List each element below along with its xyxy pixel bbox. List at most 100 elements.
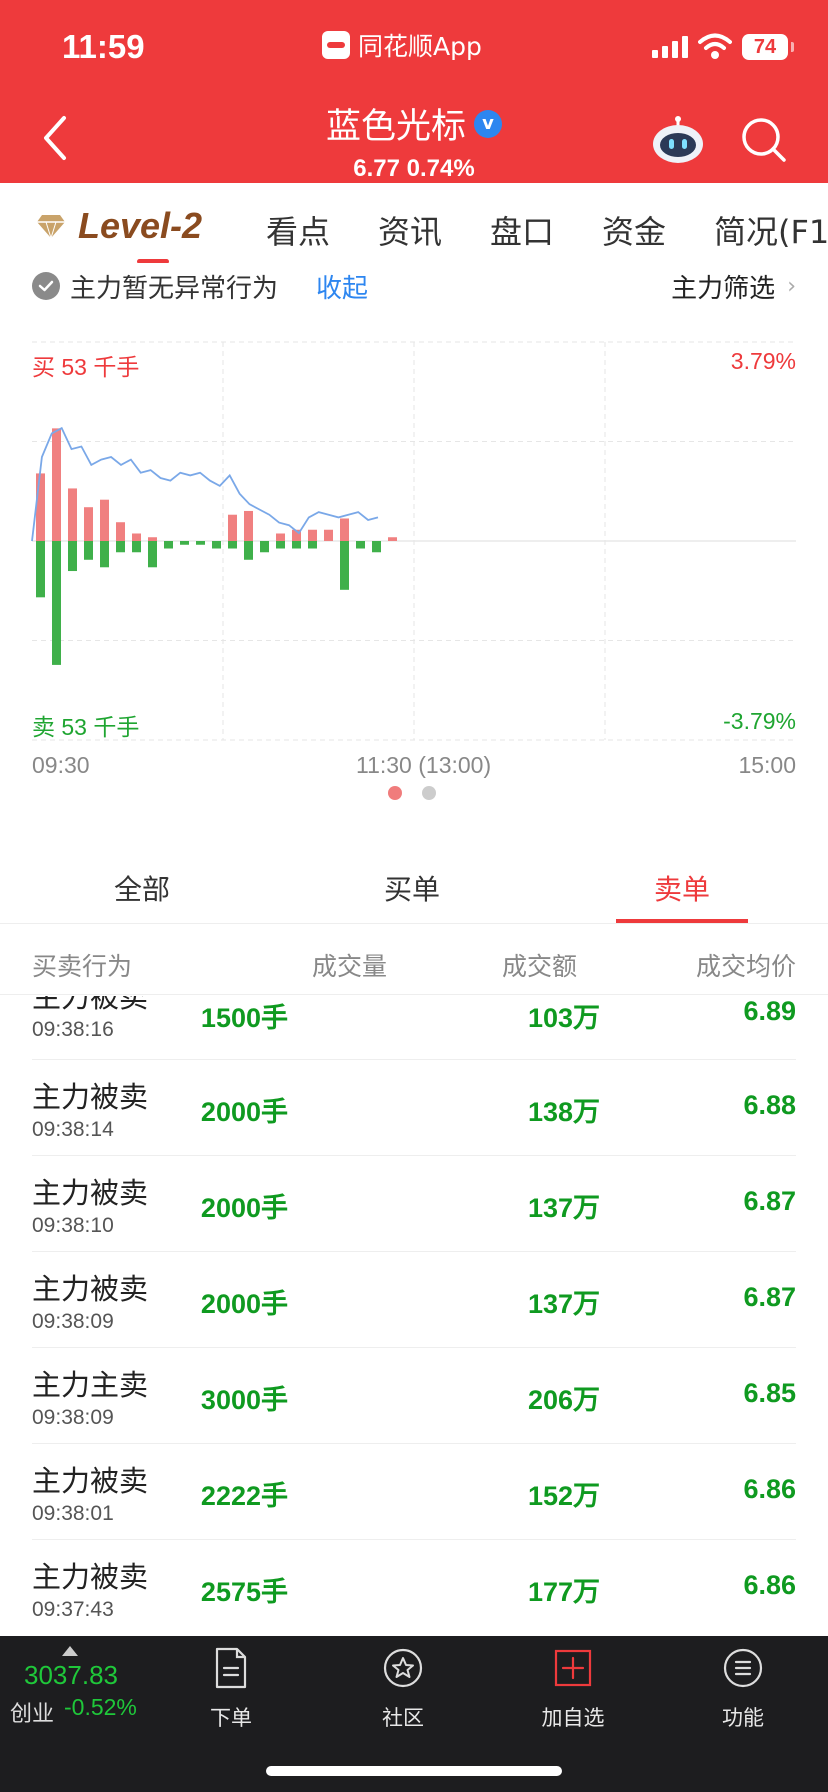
sell-bar [372, 541, 381, 553]
row-avg-price: 6.88 [743, 1090, 796, 1120]
nav-label: 下单 [210, 1706, 252, 1730]
robot-assistant-icon[interactable] [650, 114, 706, 166]
page-indicator[interactable] [388, 786, 436, 800]
row-action: 主力被卖 [32, 1080, 149, 1114]
table-row[interactable]: 主力被卖 09:38:14 2000手 138万 6.88 [32, 1060, 796, 1156]
sell-bar [292, 541, 301, 549]
stock-title[interactable]: 蓝色光标 v [326, 98, 502, 149]
battery-icon: 74 [742, 34, 794, 60]
table-row[interactable]: 主力被卖 09:37:43 2575手 177万 6.86 [32, 1540, 796, 1636]
table-row[interactable]: 主力被卖 09:38:09 2000手 137万 6.87 [32, 1252, 796, 1348]
page-dot[interactable] [422, 786, 436, 800]
tab-highlights[interactable]: 看点 [266, 207, 330, 253]
tab-profile[interactable]: 简况(F10 [714, 207, 828, 253]
nav-place-order[interactable]: 下单 [176, 1646, 286, 1732]
nav-functions[interactable]: 功能 [688, 1646, 798, 1732]
buy-bar [244, 510, 253, 541]
buy-bar [68, 488, 77, 541]
row-avg-price: 6.87 [743, 1186, 796, 1216]
main-force-chart[interactable]: 买 53 千手 3.79% 卖 53 千手 -3.79% 09:30 11:30… [0, 320, 828, 800]
subtab-all[interactable]: 全部 [114, 868, 170, 908]
chart-buy-label: 买 53 千手 [32, 354, 140, 380]
x-tick-label: 11:30 (13:00) [356, 752, 492, 778]
verified-icon: v [474, 109, 502, 138]
home-indicator[interactable] [266, 1766, 562, 1776]
table-row[interactable]: 主力主卖 09:38:09 3000手 206万 6.85 [32, 1348, 796, 1444]
row-amount: 206万 [527, 1385, 600, 1415]
stock-price: 6.77 [353, 155, 400, 182]
app-logo-icon [322, 31, 350, 59]
sell-bar [308, 541, 317, 549]
chevron-right-icon: › [787, 273, 796, 299]
row-amount: 137万 [527, 1289, 600, 1319]
buy-bar [52, 428, 61, 541]
row-time: 09:38:10 [32, 1214, 114, 1237]
nav-label: 加自选 [541, 1706, 605, 1730]
tab-orderbook[interactable]: 盘口 [490, 207, 554, 253]
row-avg-price: 6.87 [743, 1282, 796, 1312]
sell-bar [148, 541, 157, 568]
row-action: 主力被卖 [32, 1464, 149, 1498]
row-volume: 2000手 [200, 1289, 288, 1319]
table-row[interactable]: 主力被卖 09:38:10 2000手 137万 6.87 [32, 1156, 796, 1252]
community-star-icon [383, 1648, 423, 1688]
expand-up-icon [62, 1646, 78, 1656]
row-volume: 3000手 [200, 1385, 288, 1415]
buy-bar [84, 507, 93, 541]
tab-level2[interactable]: Level-2 [36, 205, 202, 247]
active-tab-indicator [137, 259, 169, 263]
diamond-icon [37, 215, 65, 239]
check-icon [32, 272, 60, 300]
row-volume: 2000手 [200, 1097, 288, 1127]
row-time: 09:38:09 [32, 1310, 114, 1333]
top-tabs: Level-2 看点 资讯 盘口 资金 简况(F10 [0, 183, 828, 263]
tab-capital[interactable]: 资金 [602, 207, 666, 253]
row-action: 主力主卖 [32, 1368, 149, 1402]
row-time: 09:38:14 [32, 1118, 114, 1141]
buy-bar [308, 529, 317, 541]
price-line [31, 426, 379, 542]
table-row[interactable]: 主力被卖 09:38:16 1500手 103万 6.89 [32, 996, 796, 1060]
row-volume: 2575手 [200, 1577, 288, 1607]
nav-community[interactable]: 社区 [348, 1646, 458, 1732]
nav-add-watchlist[interactable]: 加自选 [518, 1646, 628, 1732]
level2-label: Level-2 [78, 205, 203, 246]
status-time: 11:59 [62, 28, 145, 65]
sell-bar [52, 541, 61, 665]
row-amount: 103万 [527, 1003, 600, 1033]
table-header: 买卖行为 成交量 成交额 成交均价 [0, 925, 828, 995]
header-bar: 11:59 同花顺App 74 蓝色光标 v 6.77 0.74% [0, 0, 828, 183]
main-force-status: 主力暂无异常行为 [70, 273, 279, 304]
sell-bar [180, 541, 189, 545]
sell-bar [276, 541, 285, 549]
row-action: 主力被卖 [32, 1272, 149, 1306]
buy-bar [148, 537, 157, 541]
filter-label: 主力筛选 [671, 273, 776, 304]
row-volume: 2000手 [200, 1193, 288, 1223]
stock-change: 0.74% [406, 155, 475, 182]
add-plus-icon [554, 1649, 592, 1687]
tab-news[interactable]: 资讯 [378, 207, 442, 253]
search-icon[interactable] [740, 116, 788, 164]
collapse-button[interactable]: 收起 [316, 268, 368, 305]
sell-bar [244, 541, 253, 560]
sell-bar [356, 541, 365, 549]
column-header-action: 买卖行为 [32, 952, 133, 981]
sell-bar [36, 541, 45, 598]
column-header-volume: 成交量 [312, 952, 388, 981]
row-time: 09:38:09 [32, 1406, 114, 1429]
row-volume: 2222手 [200, 1481, 288, 1511]
subtab-indicator [616, 919, 748, 923]
page-dot-active[interactable] [388, 786, 402, 800]
x-tick-label: 15:00 [738, 752, 796, 778]
row-avg-price: 6.85 [743, 1378, 796, 1408]
status-app-name: 同花顺App [322, 30, 482, 61]
stock-name: 蓝色光标 [325, 107, 466, 147]
subtab-sell[interactable]: 卖单 [654, 868, 710, 908]
buy-bar [116, 522, 125, 541]
table-row[interactable]: 主力被卖 09:38:01 2222手 152万 6.86 [32, 1444, 796, 1540]
row-time: 09:38:01 [32, 1502, 114, 1525]
main-force-filter-button[interactable]: 主力筛选 › [671, 266, 796, 306]
trade-list[interactable]: 主力被卖 09:38:16 1500手 103万 6.89 主力被卖 09:38… [0, 996, 828, 1636]
subtab-buy[interactable]: 买单 [384, 868, 440, 908]
